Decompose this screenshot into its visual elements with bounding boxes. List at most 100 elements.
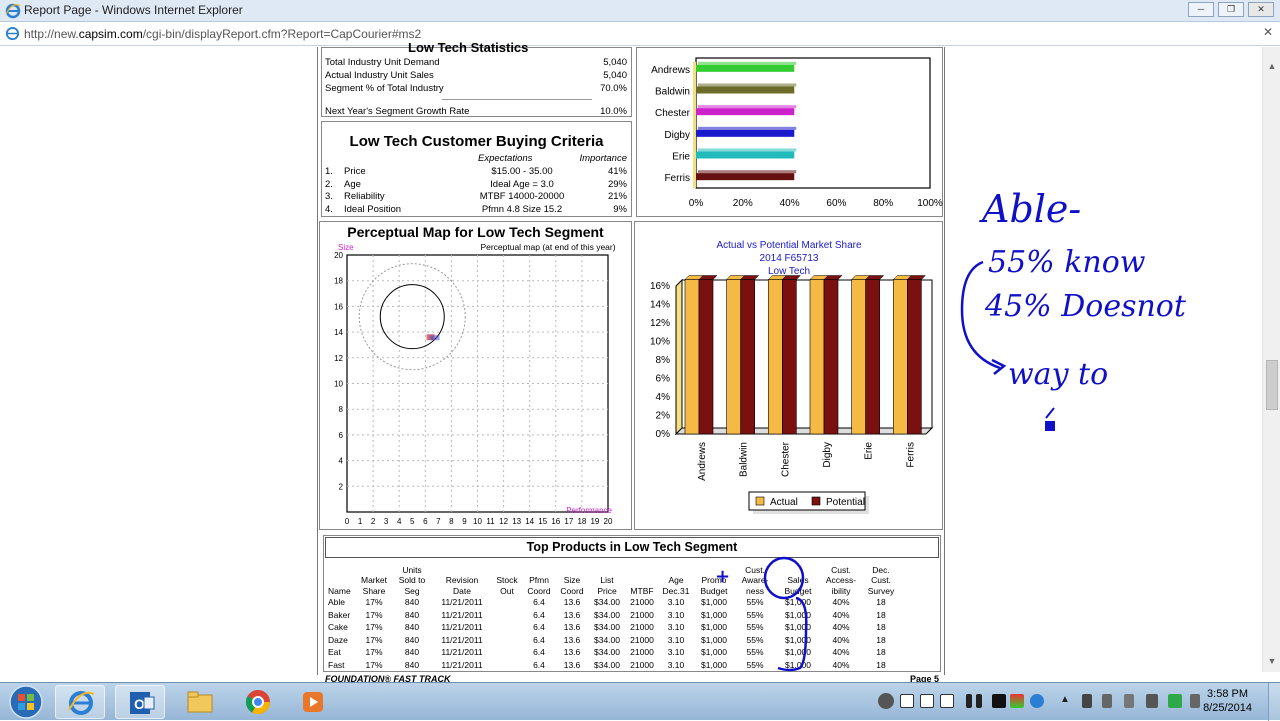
pen-tool-icon[interactable] — [920, 694, 934, 708]
taskbar-outlook[interactable]: O — [115, 685, 165, 719]
x-tick-label: 15 — [538, 517, 547, 526]
x-tick-label: 5 — [410, 517, 415, 526]
legend-label: Actual — [770, 497, 798, 508]
share-bar-actual — [851, 279, 866, 435]
market-share-panel: Actual vs Potential Market Share 2014 F65… — [634, 221, 943, 530]
pointer-tool-icon[interactable] — [900, 694, 914, 708]
pause-icon[interactable] — [966, 694, 972, 708]
criteria-expectation: Ideal Age = 3.0 — [490, 178, 554, 190]
category-label: Chester — [780, 441, 791, 477]
color-picker-icon[interactable] — [1010, 694, 1024, 708]
maximize-button[interactable]: ❐ — [1218, 2, 1244, 17]
taskbar-chrome[interactable] — [233, 685, 283, 719]
internet-explorer-icon — [5, 3, 21, 19]
table-cell: Cake — [328, 622, 348, 633]
table-cell: 6.4 — [533, 609, 545, 620]
plot-area — [695, 57, 931, 189]
capture-app-icon[interactable] — [1030, 694, 1044, 708]
accessibility-bar — [696, 64, 795, 72]
x-tick-label: 0% — [689, 198, 704, 209]
close-icon[interactable]: ✕ — [1260, 25, 1276, 41]
accessibility-chart: Andrews Baldwin Chester Digby Erie Ferris 0% 20… — [651, 57, 943, 209]
flag-icon[interactable] — [1124, 694, 1134, 708]
table-row: Daze 17% 840 11/21/2011 6.4 13.6 $34.00 21000 3.… — [326, 634, 900, 647]
table-cell: $34.00 — [594, 634, 620, 645]
table-cell: 6.4 — [533, 659, 545, 670]
stop-icon[interactable] — [992, 694, 1006, 708]
minimize-button[interactable]: ─ — [1188, 2, 1214, 17]
media-player-icon — [303, 692, 323, 712]
criteria-title: Low Tech Customer Buying Criteria — [349, 133, 604, 150]
footer-right: Page 5 — [909, 674, 939, 682]
eraser-tool-icon[interactable] — [940, 694, 954, 708]
display-icon[interactable] — [1190, 694, 1200, 708]
table-cell: $34.00 — [594, 622, 620, 633]
y-tick-label: 8 — [339, 405, 344, 414]
table-cell: 17% — [365, 634, 383, 645]
table-cell: 21000 — [630, 622, 654, 633]
note-able: Able- — [979, 187, 1081, 231]
share-chart-title: 2014 F65713 — [760, 253, 819, 264]
category-label: Chester — [655, 108, 691, 119]
table-cell: 55% — [746, 634, 764, 645]
table-row: Cake 17% 840 11/21/2011 6.4 13.6 $34.00 21000 3.… — [326, 621, 900, 634]
system-clock[interactable]: 3:58 PM 8/25/2014 — [1203, 687, 1252, 715]
taskbar-media-player[interactable] — [288, 685, 338, 719]
table-cell: 840 — [404, 622, 420, 633]
device-icon[interactable] — [1102, 694, 1112, 708]
taskbar-file-explorer[interactable] — [175, 685, 225, 719]
column-header: Age Dec.31 — [662, 575, 690, 596]
column-header: Promo Budget — [700, 575, 728, 596]
table-cell: 21000 — [630, 609, 654, 620]
x-tick-label: 17 — [564, 517, 573, 526]
table-cell: 3.10 — [667, 659, 685, 670]
note-tick — [1045, 407, 1055, 419]
column-header: MTBF — [630, 585, 654, 596]
table-header-row: Name Market Share Units Sold to Seg Revision Da… — [326, 562, 900, 596]
vertical-scrollbar[interactable]: ▲ ▼ — [1262, 47, 1280, 672]
stats-label: Actual Industry Unit Sales — [325, 70, 434, 81]
volume-icon[interactable] — [1146, 694, 1158, 708]
column-header: Pfmn Coord — [527, 575, 551, 596]
show-desktop-button[interactable] — [1268, 683, 1280, 721]
show-hidden-icons-icon[interactable]: ▲ — [1060, 694, 1074, 708]
network-icon[interactable] — [1082, 694, 1092, 708]
criteria-expectation: $15.00 - 35.00 — [491, 166, 553, 177]
table-cell: 40% — [832, 622, 850, 633]
table-cell: 13.6 — [563, 609, 581, 620]
share-bar-actual — [726, 279, 741, 435]
accessibility-bar — [696, 129, 795, 137]
pause-icon[interactable] — [976, 694, 982, 708]
table-cell: 11/21/2011 — [441, 622, 483, 633]
table-cell: Eat — [328, 647, 341, 658]
record-icon[interactable] — [878, 693, 894, 709]
table-cell: 17% — [365, 659, 383, 670]
drive-icon[interactable] — [1168, 694, 1182, 708]
x-tick-label: 3 — [384, 517, 389, 526]
url-text[interactable]: http://new.capsim.com/cgi-bin/displayRep… — [24, 27, 421, 41]
y-tick-label: 8% — [656, 355, 671, 366]
accessibility-bar — [696, 151, 795, 159]
column-header: List Price — [597, 575, 617, 596]
y-tick-label: 4 — [339, 457, 344, 466]
column-header: Sales Budget — [784, 575, 812, 596]
scroll-thumb[interactable] — [1266, 360, 1278, 410]
table-cell: 17% — [365, 647, 383, 658]
table-cell: 6.4 — [533, 647, 545, 658]
criteria-name: Ideal Position — [344, 203, 402, 215]
column-header: Revision Date — [445, 575, 479, 596]
column-header: Stock Out — [496, 575, 518, 596]
top-products-panel: Top Products in Low Tech Segment Name Mar… — [323, 535, 941, 672]
taskbar-internet-explorer[interactable] — [55, 685, 105, 719]
plot-side-wall — [675, 278, 683, 436]
scroll-down-arrow-icon[interactable]: ▼ — [1266, 656, 1278, 668]
column-header: Market Share — [361, 575, 387, 596]
scroll-up-arrow-icon[interactable]: ▲ — [1266, 61, 1278, 73]
table-cell: $1,000 — [701, 659, 727, 670]
criteria-expectation: Pfmn 4.8 Size 15.2 — [481, 203, 563, 215]
y-tick-label: 16% — [650, 281, 670, 292]
start-orb-icon[interactable] — [8, 684, 44, 720]
address-bar[interactable]: http://new.capsim.com/cgi-bin/displayRep… — [0, 22, 1280, 46]
category-label: Andrews — [697, 442, 708, 481]
close-button[interactable]: ✕ — [1248, 2, 1274, 17]
